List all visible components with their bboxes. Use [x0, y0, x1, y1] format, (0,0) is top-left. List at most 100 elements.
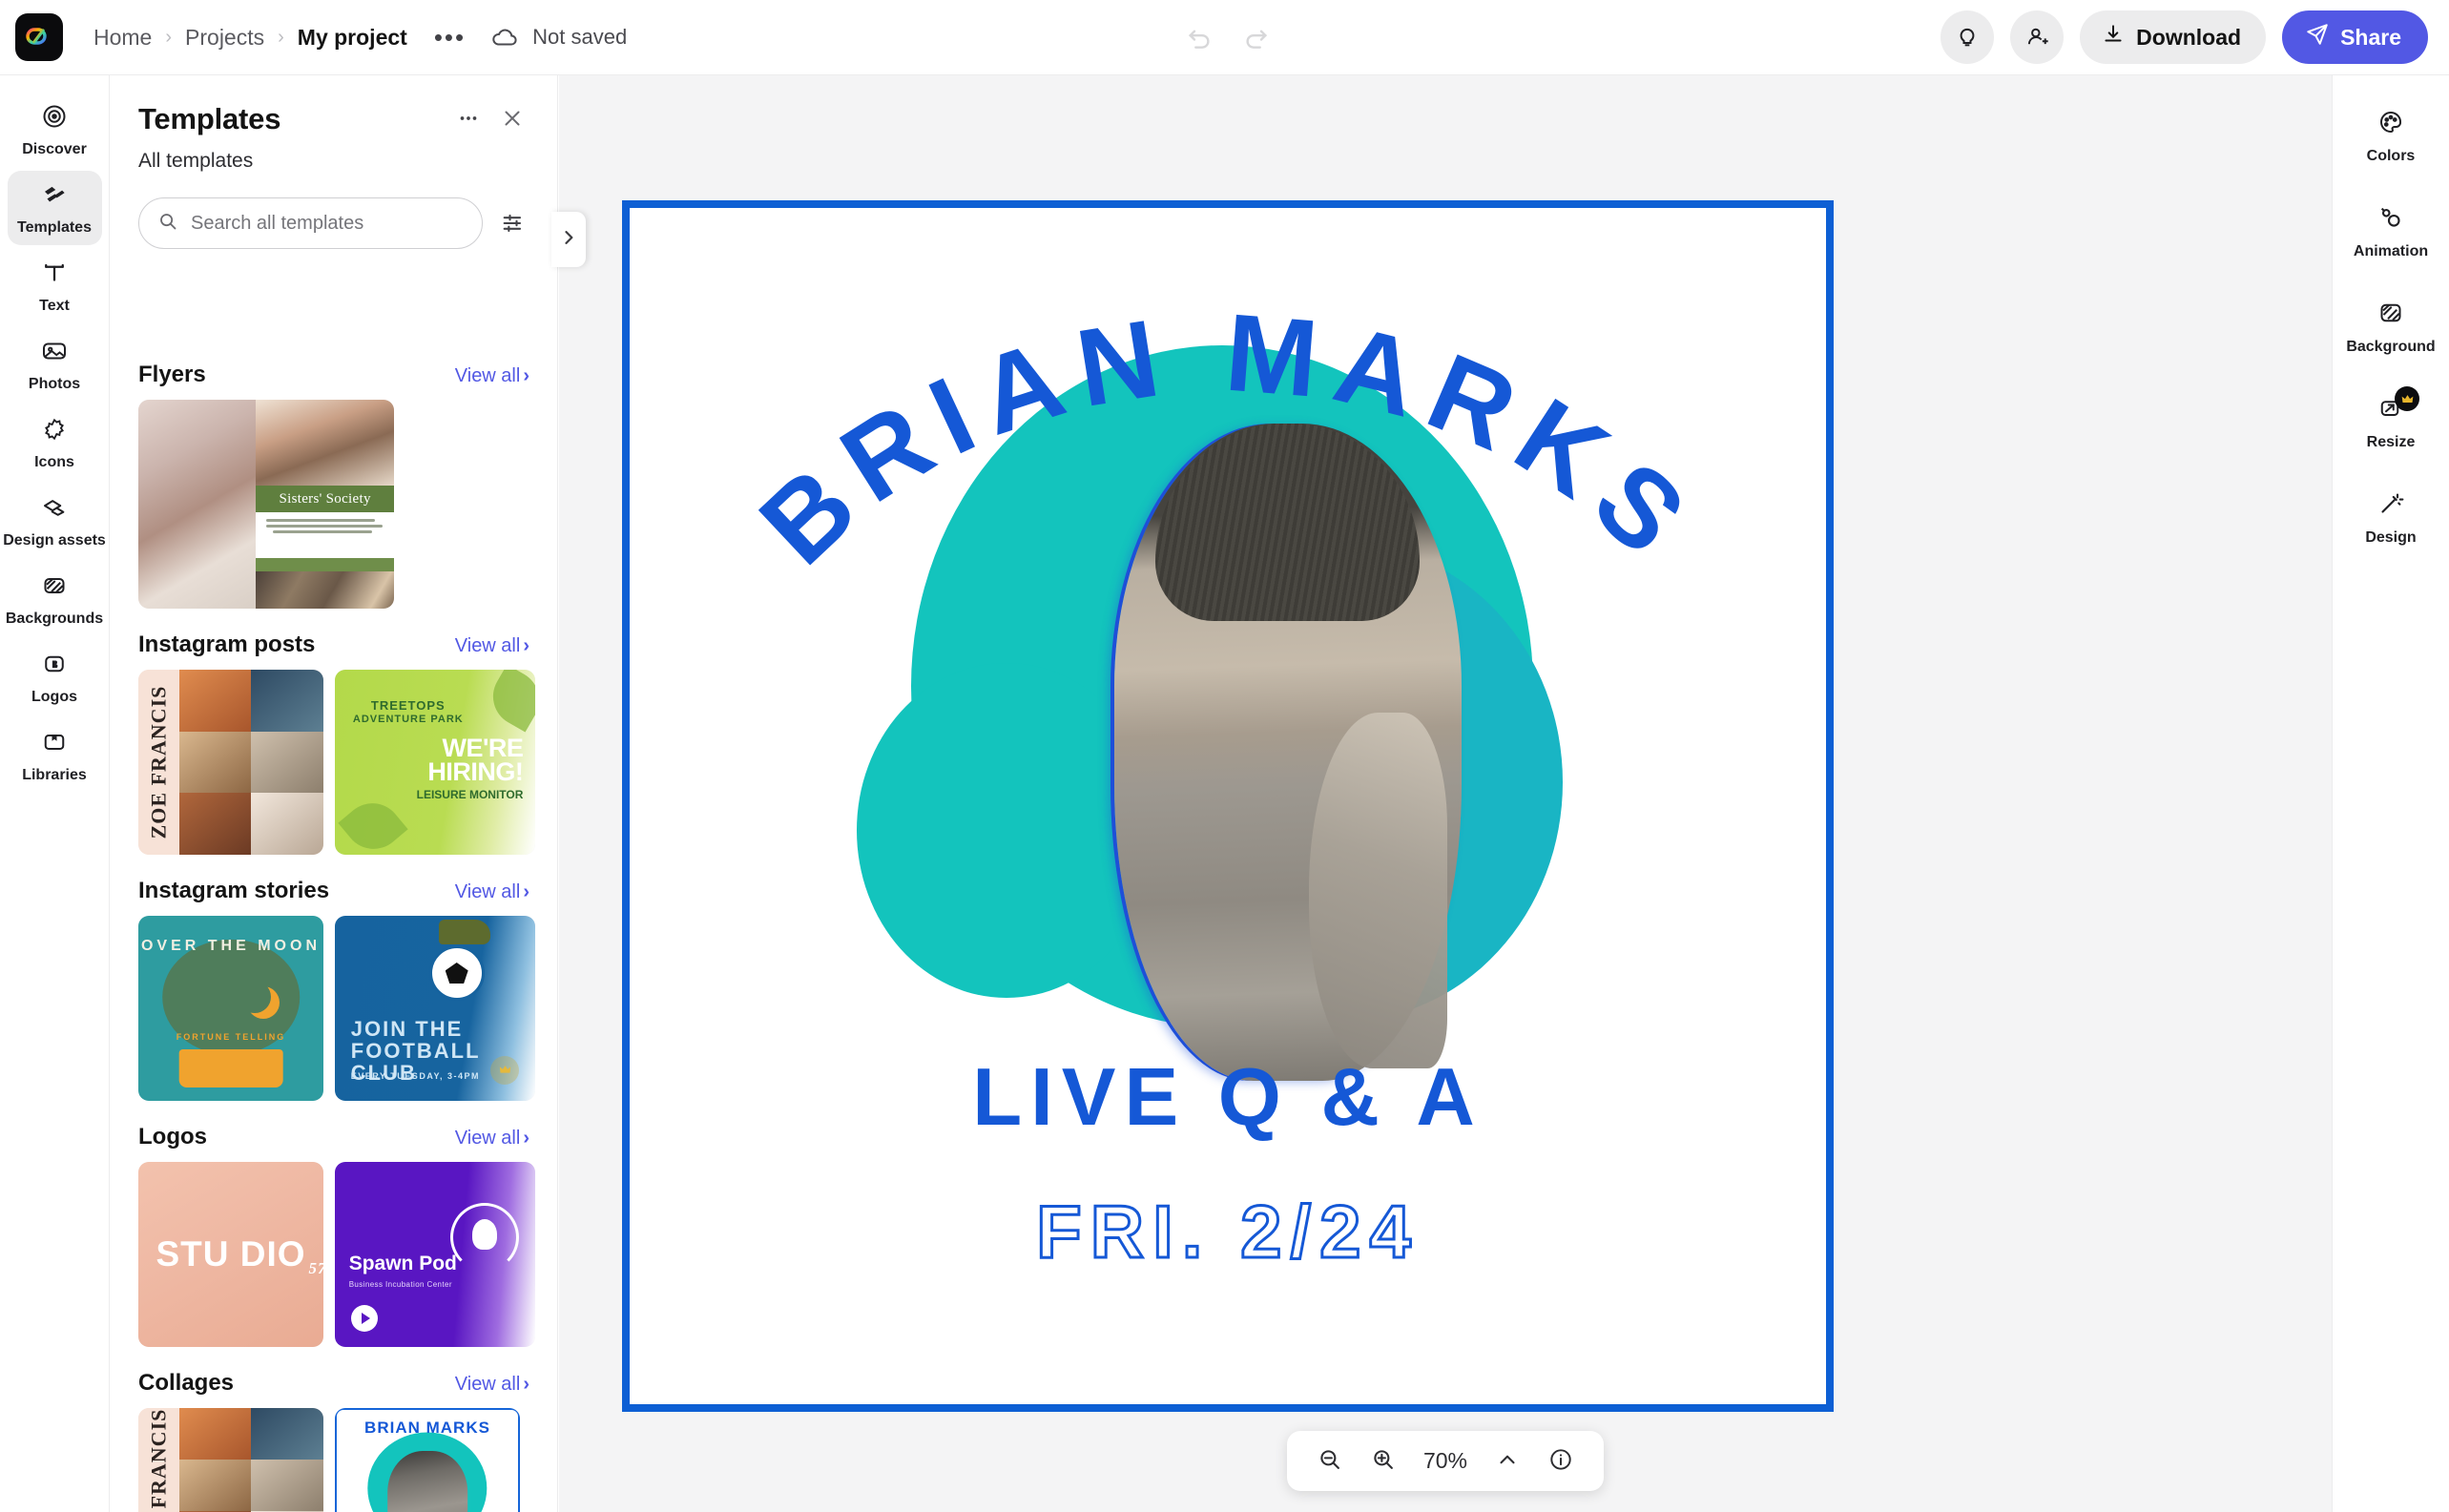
templates-panel: Templates All templates Search all templ… [110, 75, 558, 1512]
download-label: Download [2136, 24, 2242, 50]
section-instagram-stories: Instagram stories View all › OVER THE MOO… [110, 860, 557, 1101]
sidebar-item-libraries[interactable]: Libraries [8, 718, 102, 793]
palette-icon [2376, 108, 2405, 141]
panel-header: Templates [110, 75, 557, 136]
breadcrumb-current-project[interactable]: My project [294, 25, 411, 51]
sidebar-label-design-assets: Design assets [3, 532, 106, 549]
artboard-content: BRIAN MARKS LIVE Q & A FRI. 2/24 [630, 208, 1826, 1404]
share-button[interactable]: Share [2282, 10, 2428, 64]
canvas-info-button[interactable] [1539, 1440, 1583, 1483]
section-title-instagram-stories: Instagram stories [138, 878, 330, 903]
template-thumb-were-hiring[interactable]: TREETOPS ADVENTURE PARK WE'RE HIRING! LE… [335, 670, 535, 855]
sidebar-item-templates[interactable]: Templates [7, 171, 102, 245]
save-status-label: Not saved [532, 25, 628, 49]
breadcrumb: Home › Projects › My project ••• Not sav… [90, 23, 627, 52]
headline-text[interactable]: LIVE Q & A [630, 1051, 1826, 1145]
animation-dots-icon [2376, 203, 2405, 237]
panel-title: Templates [138, 102, 281, 135]
hint-button[interactable] [1941, 10, 1995, 64]
view-all-label-collages: View all [454, 1374, 521, 1395]
right-item-background[interactable]: Background [2341, 289, 2440, 363]
thumb-row-flyers: Sisters' Society [138, 400, 529, 609]
section-head-collages: Collages View all › [138, 1353, 529, 1408]
view-all-collages[interactable]: View all › [455, 1374, 529, 1396]
right-item-animation[interactable]: Animation [2341, 194, 2440, 268]
breadcrumb-separator-1: › [165, 26, 173, 48]
template-thumb-brian-marks[interactable]: BRIAN MARKS [335, 1408, 520, 1512]
sidebar-item-text[interactable]: Text [8, 249, 102, 323]
add-person-icon [2024, 23, 2050, 52]
crown-icon [490, 1055, 520, 1085]
view-all-instagram-stories[interactable]: View all › [455, 881, 529, 903]
b-badge-icon [40, 650, 69, 683]
right-item-resize[interactable]: Resize [2341, 384, 2440, 459]
right-label-design: Design [2365, 528, 2417, 546]
breadcrumb-separator-2: › [278, 26, 284, 48]
search-input[interactable] [191, 212, 465, 235]
view-all-instagram-posts[interactable]: View all › [455, 635, 529, 657]
panel-collapse-button[interactable] [551, 212, 586, 267]
sidebar-item-icons[interactable]: Icons [8, 405, 102, 480]
play-icon[interactable] [350, 1305, 378, 1333]
section-head-flyers: Flyers View all › [138, 344, 529, 400]
project-more-menu-icon[interactable]: ••• [434, 23, 466, 52]
arc-title-graphic[interactable]: BRIAN MARKS [630, 226, 1826, 729]
sidebar-item-photos[interactable]: Photos [8, 327, 102, 402]
sidebar-item-logos[interactable]: Logos [8, 640, 102, 715]
template-thumb-studio-57[interactable]: STU DIO 57 [138, 1162, 323, 1347]
right-item-colors[interactable]: Colors [2341, 98, 2440, 173]
chevron-right-icon [559, 228, 578, 252]
thumb-row-logos: STU DIO 57 Spawn Pod Business Incubation… [138, 1162, 535, 1347]
template-thumb-zoe-francis[interactable]: ZOE FRANCIS [138, 670, 323, 855]
template-thumb-spawn-pod[interactable]: Spawn Pod Business Incubation Center [335, 1162, 535, 1347]
redo-icon[interactable] [1237, 18, 1276, 56]
template-thumb-zoe-collage[interactable]: ZOE FRANCIS [138, 1408, 323, 1512]
template-thumb-over-the-moon[interactable]: OVER THE MOON FORTUNE TELLING [138, 916, 323, 1101]
sidebar-item-discover[interactable]: Discover [8, 93, 102, 167]
thumb-row-collages: ZOE FRANCIS BRIAN MARKS [138, 1408, 529, 1512]
sidebar-item-design-assets[interactable]: Design assets [3, 484, 106, 558]
section-flyers: Flyers View all › Sisters' Society [110, 344, 557, 609]
chevron-up-icon [1495, 1447, 1520, 1475]
invite-button[interactable] [2010, 10, 2065, 64]
date-text[interactable]: FRI. 2/24 [630, 1189, 1826, 1275]
artboard[interactable]: BRIAN MARKS LIVE Q & A FRI. 2/24 [622, 200, 1834, 1412]
download-button[interactable]: Download [2080, 10, 2267, 64]
chevron-right-icon: › [523, 881, 529, 902]
chevron-right-icon: › [523, 635, 529, 656]
sidebar-item-backgrounds[interactable]: Backgrounds [6, 562, 103, 636]
filter-sliders-icon[interactable] [496, 206, 530, 240]
share-label: Share [2340, 24, 2401, 50]
undo-icon[interactable] [1180, 18, 1218, 56]
zoom-out-button[interactable] [1308, 1440, 1352, 1483]
left-sidebar: Discover Templates Text Photos Icons Des… [0, 75, 110, 1512]
template-thumb-football-club[interactable]: JOIN THE FOOTBALL CLUB EVERY TUESDAY, 3-… [335, 916, 535, 1101]
right-label-animation: Animation [2353, 242, 2429, 259]
search-box[interactable] [138, 197, 483, 249]
zoom-in-button[interactable] [1361, 1440, 1405, 1483]
section-logos: Logos View all› STU DIO 57 [110, 1107, 557, 1347]
canvas-workspace[interactable]: BRIAN MARKS LIVE Q & A FRI. 2/24 70% [559, 75, 2332, 1512]
zoom-toolbar: 70% [1287, 1431, 1604, 1491]
section-collages: Collages View all › ZOE FRANCIS BRIAN MA… [110, 1353, 557, 1512]
adobe-express-logo-icon[interactable] [15, 13, 63, 61]
view-all-logos[interactable]: View all › [455, 1128, 529, 1150]
sidebar-label-photos: Photos [28, 376, 81, 392]
breadcrumb-home[interactable]: Home [90, 25, 156, 51]
close-x-icon[interactable] [496, 102, 529, 135]
top-bar: Home › Projects › My project ••• Not sav… [0, 0, 2449, 75]
section-title-collages: Collages [138, 1370, 235, 1396]
thumb-row-instagram-stories: OVER THE MOON FORTUNE TELLING JOIN THE F… [138, 916, 535, 1101]
view-all-label-instagram-posts: View all [454, 635, 521, 656]
zoom-menu-button[interactable] [1485, 1440, 1529, 1483]
view-all-flyers[interactable]: View all › [455, 365, 529, 387]
breadcrumb-projects[interactable]: Projects [181, 25, 268, 51]
undo-redo-group [1180, 18, 1276, 56]
zoom-level-value[interactable]: 70% [1415, 1448, 1476, 1474]
top-right-actions: Download Share [1941, 10, 2428, 64]
template-thumb-sisters-society[interactable]: Sisters' Society [138, 400, 394, 609]
right-item-design[interactable]: Design [2341, 480, 2440, 554]
panel-scroll-area[interactable]: Flyers View all › Sisters' Society Insta… [110, 344, 557, 1512]
photo-icon [40, 337, 69, 370]
more-dots-icon[interactable] [452, 102, 485, 135]
